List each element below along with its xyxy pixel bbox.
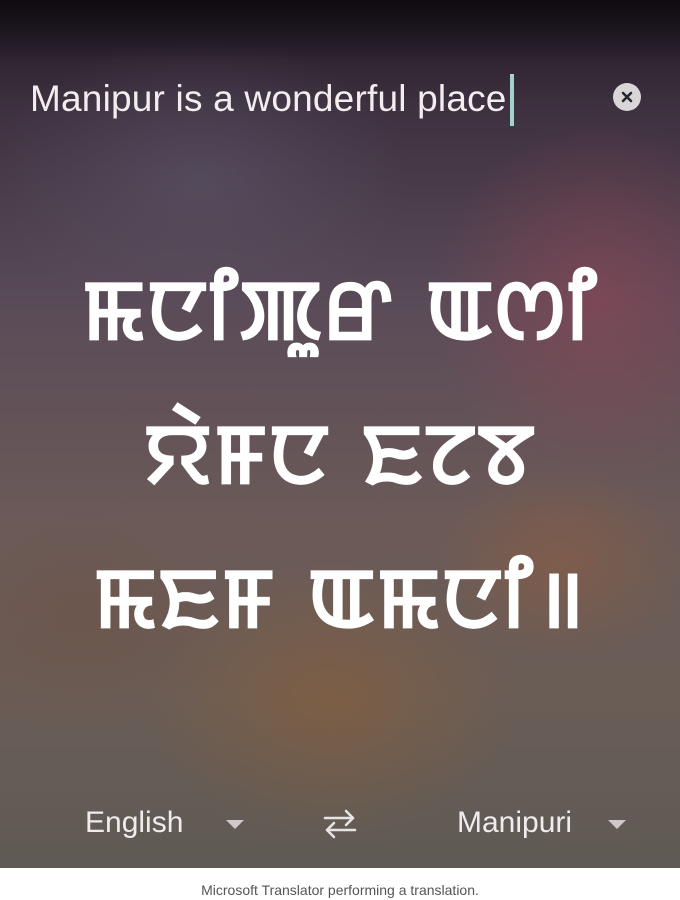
language-bar: English Manipuri	[0, 790, 680, 860]
source-text-input[interactable]: Manipur is a wonderful place.	[30, 78, 517, 120]
translator-screen: Manipur is a wonderful place. ꯃꯅꯤꯄꯨꯔ ꯑꯁꯤ…	[0, 0, 680, 868]
translation-output: ꯃꯅꯤꯄꯨꯔ ꯑꯁꯤ ꯌꯥꯝꯅ ꯐꯖꯕ ꯃꯐꯝ ꯑꯃꯅꯤ॥	[20, 238, 660, 670]
top-shade	[0, 0, 680, 60]
text-cursor	[510, 74, 514, 126]
caret-down-icon[interactable]	[226, 820, 244, 829]
swap-arrows-icon[interactable]	[322, 806, 358, 842]
source-language-select[interactable]: English	[85, 806, 183, 840]
translation-line-1: ꯃꯅꯤꯄꯨꯔ ꯑꯁꯤ	[81, 261, 599, 359]
translation-line-2: ꯌꯥꯝꯅ ꯐꯖꯕ	[143, 405, 537, 503]
image-caption: Microsoft Translator performing a transl…	[201, 882, 479, 898]
target-language-select[interactable]: Manipuri	[457, 806, 572, 840]
clear-button[interactable]	[613, 83, 641, 111]
close-icon	[621, 91, 633, 103]
translation-line-3: ꯃꯐꯝ ꯑꯃꯅꯤ॥	[93, 549, 587, 647]
caret-down-icon[interactable]	[608, 820, 626, 829]
